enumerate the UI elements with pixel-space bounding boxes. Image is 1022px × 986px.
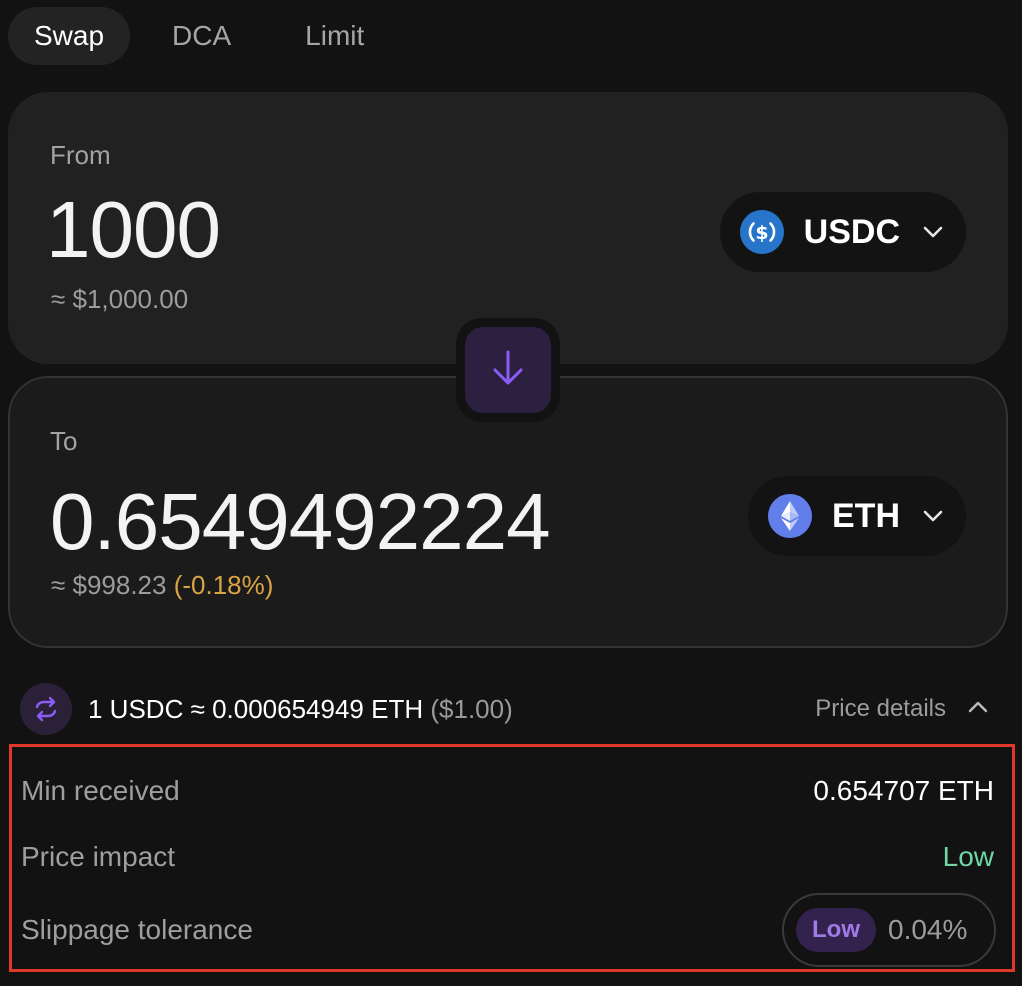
to-usd-amount: ≈ $998.23	[51, 570, 167, 600]
slippage-value: 0.04%	[888, 914, 968, 945]
slippage-label: Slippage tolerance	[21, 914, 253, 945]
chevron-down-icon	[922, 221, 944, 243]
slippage-setting-button[interactable]: Low 0.04%	[782, 893, 996, 967]
from-token-selector[interactable]: $ USDC	[719, 192, 966, 272]
to-token-selector[interactable]: ETH	[748, 476, 966, 556]
swap-mode-tabs: Swap DCA Limit	[8, 6, 390, 66]
exchange-rate-row: 1 USDC ≈ 0.000654949 ETH ($1.00) Price d…	[20, 682, 1000, 736]
min-received-row: Min received 0.654707 ETH	[21, 771, 994, 811]
swap-page: Swap DCA Limit From 1000 ≈ $1,000.00 $ U…	[0, 0, 1022, 986]
price-details-label: Price details	[815, 695, 946, 722]
from-usd-value: ≈ $1,000.00	[51, 284, 189, 314]
swap-direction-button[interactable]	[465, 327, 551, 413]
svg-text:$: $	[755, 222, 768, 244]
slippage-level-badge: Low	[796, 908, 876, 952]
exchange-rate-text: 1 USDC ≈ 0.000654949 ETH ($1.00)	[88, 694, 513, 725]
slippage-row: Slippage tolerance Low 0.04%	[21, 893, 996, 967]
tab-limit[interactable]: Limit	[259, 7, 390, 65]
price-details-panel: Min received 0.654707 ETH Price impact L…	[9, 744, 1015, 972]
from-token-symbol: USDC	[803, 212, 900, 251]
to-usd-change: (-0.18%)	[173, 570, 274, 600]
price-details-toggle[interactable]: Price details	[815, 682, 988, 736]
to-label: To	[50, 426, 78, 456]
from-amount-input[interactable]: 1000	[46, 184, 221, 276]
tab-swap[interactable]: Swap	[8, 7, 131, 65]
to-amount-output: 0.6549492224	[50, 477, 551, 566]
chevron-up-icon	[968, 700, 988, 718]
price-impact-value: Low	[942, 841, 994, 872]
price-impact-row: Price impact Low	[21, 837, 994, 877]
chevron-down-icon	[922, 505, 944, 527]
tab-dca[interactable]: DCA	[132, 7, 257, 65]
to-token-symbol: ETH	[832, 496, 900, 535]
price-impact-label: Price impact	[21, 841, 176, 872]
min-received-value: 0.654707 ETH	[813, 775, 994, 806]
arrow-down-icon	[491, 349, 525, 392]
swap-direction-wrapper	[456, 318, 560, 422]
rate-value: 1 USDC ≈ 0.000654949 ETH	[88, 693, 424, 724]
min-received-label: Min received	[21, 775, 180, 806]
refresh-rate-icon[interactable]	[20, 683, 72, 735]
to-usd-value: ≈ $998.23 (-0.18%)	[51, 570, 273, 601]
from-label: From	[50, 140, 111, 170]
usdc-icon: $	[739, 210, 784, 254]
eth-icon	[768, 494, 812, 538]
rate-usd-value: ($1.00)	[430, 693, 513, 724]
